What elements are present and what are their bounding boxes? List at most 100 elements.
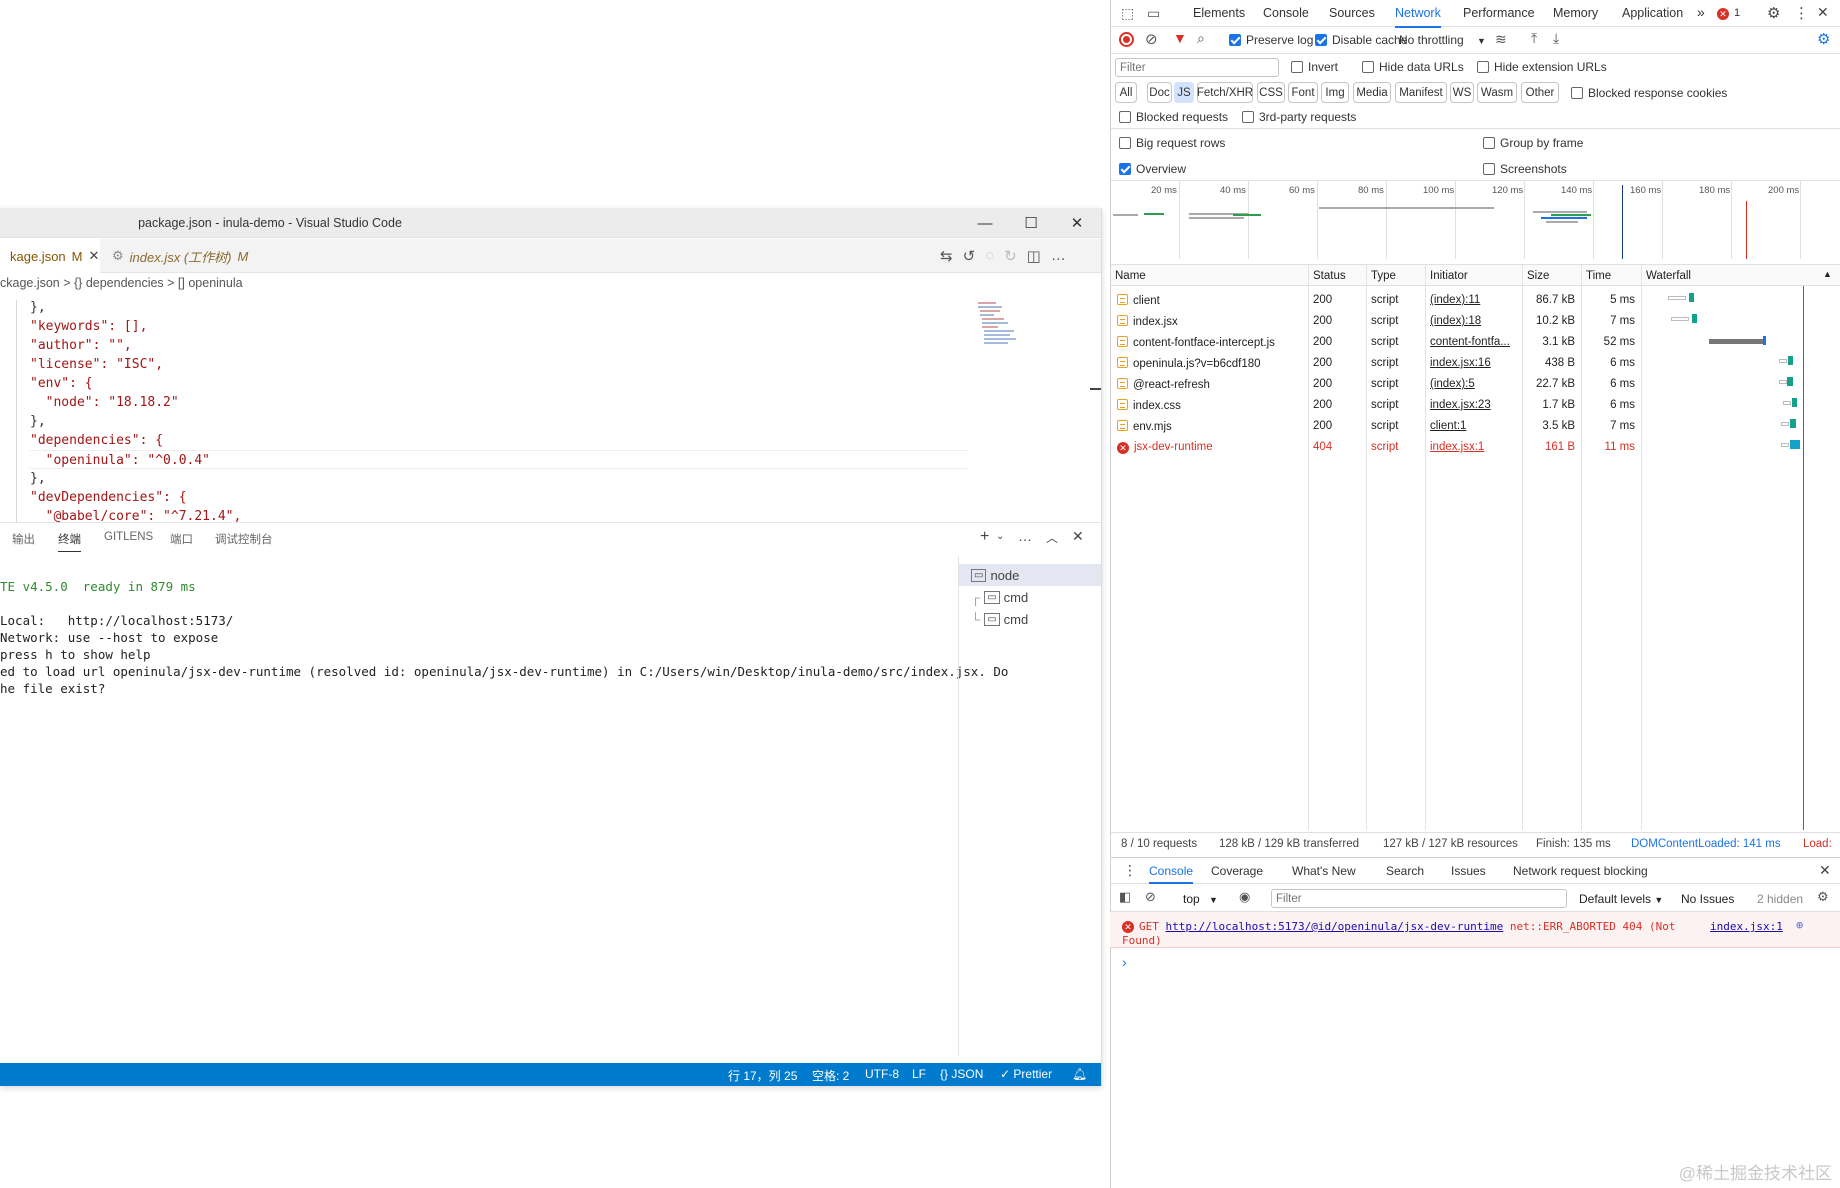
request-row[interactable]: @react-refresh 200 script (index):5 22.7… [1111,374,1840,395]
prev-change-icon[interactable]: ◌ [985,247,994,265]
initiator-link[interactable]: index.jsx:16 [1430,357,1491,369]
tab-performance[interactable]: Performance [1463,6,1535,20]
hide-data-urls-checkbox[interactable]: Hide data URLs [1362,60,1464,74]
drawer-tab-search[interactable]: Search [1386,864,1424,878]
close-drawer-icon[interactable]: ✕ [1819,862,1831,879]
error-url-link[interactable]: http://localhost:5173/@id/openinula/jsx-… [1166,920,1504,933]
log-levels-select[interactable]: Default levels ▼ [1579,892,1663,906]
request-row[interactable]: content-fontface-intercept.js 200 script… [1111,332,1840,353]
clear-console-icon[interactable]: ⊘ [1145,889,1156,905]
ai-insight-icon[interactable]: ⊕ [1796,918,1803,932]
initiator-link[interactable]: (index):11 [1430,294,1480,306]
tab-index-jsx[interactable]: ⚙ index.jsx (工作树) M [102,239,258,273]
tab-debug-console[interactable]: 调试控制台 [215,531,273,547]
sort-up-icon[interactable]: ▲ [1823,269,1832,279]
initiator-link[interactable]: content-fontfa... [1430,336,1510,348]
drawer-menu-icon[interactable]: ⋮ [1123,862,1137,879]
group-by-frame-checkbox[interactable]: Group by frame [1483,136,1583,150]
big-rows-checkbox[interactable]: Big request rows [1119,136,1225,150]
error-counter[interactable]: ✕ 1 [1717,7,1740,20]
revert-icon[interactable]: ↺ [963,247,976,265]
console-prompt-icon[interactable]: › [1122,954,1127,970]
terminal-instance-cmd[interactable]: └ ▭ cmd [959,608,1101,630]
disable-cache-checkbox[interactable]: Disable cache [1315,33,1407,47]
screenshots-checkbox[interactable]: Screenshots [1483,162,1567,176]
col-waterfall[interactable]: Waterfall [1646,270,1691,282]
drawer-tab-whats-new[interactable]: What's New [1292,864,1356,878]
request-row[interactable]: index.jsx 200 script (index):18 10.2 kB … [1111,311,1840,332]
inspect-icon[interactable]: ⬚ [1121,5,1134,22]
tab-memory[interactable]: Memory [1553,6,1598,20]
initiator-link[interactable]: (index):5 [1430,378,1475,390]
console-filter-input[interactable] [1271,889,1567,908]
filter-icon[interactable]: ▼ [1173,30,1187,46]
tab-package-json[interactable]: kage.json M ✕ [0,239,100,273]
overview-timeline[interactable]: 20 ms 40 ms 60 ms 80 ms 100 ms 120 ms 14… [1111,181,1840,263]
preserve-log-checkbox[interactable]: Preserve log [1229,33,1313,47]
chevron-down-icon[interactable]: ⌄ [996,531,1004,542]
next-change-icon[interactable]: ↻ [1004,247,1017,265]
blocked-requests-checkbox[interactable]: Blocked requests [1119,110,1228,124]
bell-icon[interactable]: 🔔︎ [1072,1067,1087,1081]
col-size[interactable]: Size [1527,270,1549,282]
search-icon[interactable]: ⌕ [1197,30,1205,47]
close-devtools-icon[interactable]: ✕ [1817,4,1829,21]
request-row-error[interactable]: ✕ jsx-dev-runtime 404 script index.jsx:1 … [1111,437,1840,458]
tab-output[interactable]: 输出 [12,531,35,547]
eye-icon[interactable]: ◉ [1239,889,1250,905]
initiator-link[interactable]: (index):18 [1430,315,1481,327]
close-tab-icon[interactable]: ✕ [89,248,100,264]
code-editor[interactable]: }, "keywords": [], "author": "", "licens… [0,298,1090,524]
record-icon[interactable] [1119,32,1134,47]
split-editor-icon[interactable]: ◫ [1027,247,1041,265]
device-toolbar-icon[interactable]: ▭ [1147,5,1160,22]
chip-font[interactable]: Font [1288,82,1318,103]
breadcrumb[interactable]: ckage.json > {} dependencies > [] openin… [0,276,243,296]
terminal[interactable]: TE v4.5.0 ready in 879 ms Local: http://… [0,556,1008,1056]
issues-counter[interactable]: No Issues [1681,892,1734,906]
chip-css[interactable]: CSS [1257,82,1285,103]
tab-terminal[interactable]: 终端 [58,531,81,552]
console-settings-icon[interactable]: ⚙ [1817,889,1829,905]
sidebar-toggle-icon[interactable]: ◧ [1119,889,1131,905]
tab-ports[interactable]: 端口 [170,531,193,547]
col-type[interactable]: Type [1371,270,1396,282]
new-terminal-icon[interactable]: + [980,528,989,546]
indentation[interactable]: 空格: 2 [812,1067,849,1084]
filter-input[interactable] [1115,58,1279,77]
drawer-tab-request-blocking[interactable]: Network request blocking [1513,864,1648,878]
more-tabs-icon[interactable]: » [1697,4,1705,20]
more-icon[interactable]: … [1018,528,1032,544]
chip-fetch-xhr[interactable]: Fetch/XHR [1197,82,1253,103]
close-icon[interactable]: ✕ [1054,208,1100,238]
network-conditions-icon[interactable]: ≋ [1495,31,1507,48]
overview-checkbox[interactable]: Overview [1119,162,1186,176]
initiator-link[interactable]: client:1 [1430,420,1466,432]
drawer-tab-issues[interactable]: Issues [1451,864,1486,878]
cursor-position[interactable]: 行 17，列 25 [728,1067,797,1084]
request-row[interactable]: env.mjs 200 script client:1 3.5 kB 7 ms [1111,416,1840,437]
hide-extension-urls-checkbox[interactable]: Hide extension URLs [1477,60,1607,74]
prettier-status[interactable]: ✓ Prettier [1000,1067,1052,1081]
request-row[interactable]: client 200 script (index):11 86.7 kB 5 m… [1111,290,1840,311]
minimap[interactable] [976,300,1026,360]
tab-console[interactable]: Console [1263,6,1309,20]
close-panel-icon[interactable]: ✕ [1072,528,1084,545]
chip-all[interactable]: All [1115,82,1137,103]
terminal-instance-node[interactable]: ▭ node [959,564,1101,586]
request-row[interactable]: openinula.js?v=b6cdf180 200 script index… [1111,353,1840,374]
language-mode[interactable]: {} JSON [940,1067,983,1081]
chip-wasm[interactable]: Wasm [1477,82,1517,103]
throttling-select[interactable]: No throttling ▼ [1399,33,1486,47]
col-status[interactable]: Status [1313,270,1346,282]
tab-sources[interactable]: Sources [1329,6,1375,20]
chip-other[interactable]: Other [1521,82,1559,103]
compare-icon[interactable]: ⇆ [940,247,953,265]
minimize-icon[interactable]: — [962,208,1008,238]
col-initiator[interactable]: Initiator [1430,270,1468,282]
request-row[interactable]: index.css 200 script index.jsx:23 1.7 kB… [1111,395,1840,416]
chip-doc[interactable]: Doc [1147,82,1172,103]
chip-ws[interactable]: WS [1450,82,1474,103]
chip-js[interactable]: JS [1174,82,1194,103]
blocked-cookies-checkbox[interactable]: Blocked response cookies [1571,86,1727,100]
